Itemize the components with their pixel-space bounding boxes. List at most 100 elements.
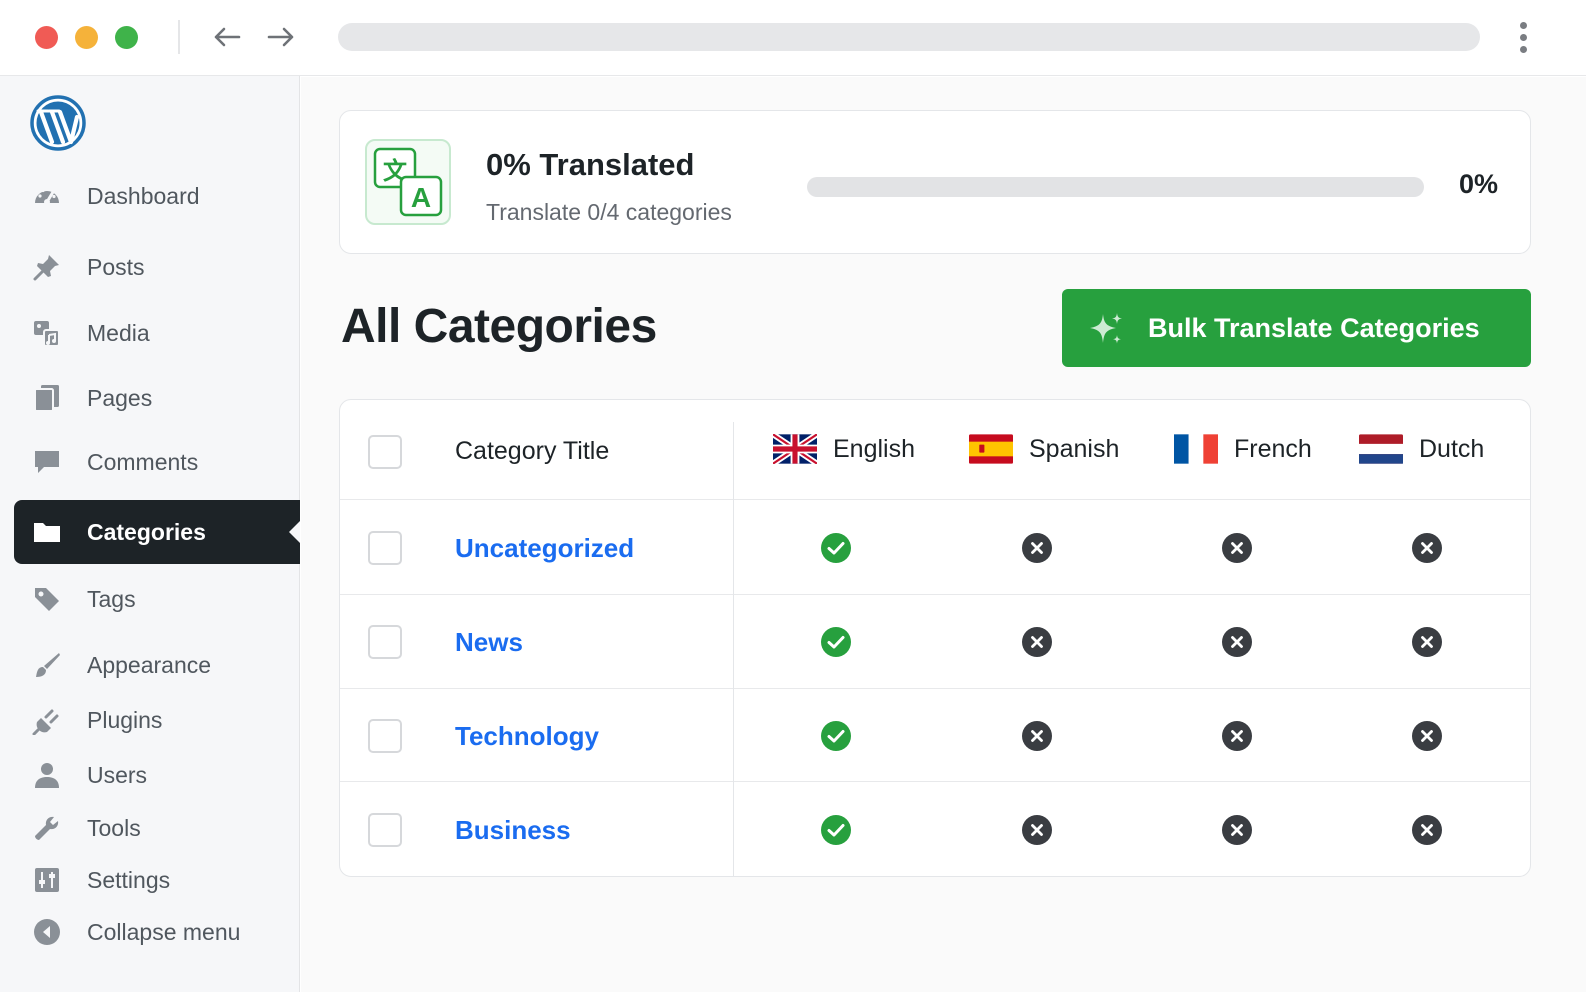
sidebar-item-label: Tools xyxy=(87,814,141,841)
column-header-category-title: Category Title xyxy=(455,437,610,465)
address-bar[interactable] xyxy=(338,23,1480,51)
category-title-link[interactable]: Technology xyxy=(455,721,599,752)
row-checkbox[interactable] xyxy=(368,625,402,659)
not-translated-x-icon[interactable] xyxy=(1221,626,1253,658)
sidebar-item-label: Collapse menu xyxy=(87,918,241,945)
sidebar-item-posts[interactable]: Posts xyxy=(14,239,300,295)
bulk-translate-button[interactable]: Bulk Translate Categories xyxy=(1062,289,1531,367)
column-header-dutch: Dutch xyxy=(1359,434,1484,464)
not-translated-x-icon[interactable] xyxy=(1021,814,1053,846)
translate-icon: 文 A xyxy=(365,139,451,225)
page-title: All Categories xyxy=(341,300,657,353)
wordpress-logo-icon[interactable] xyxy=(30,95,86,151)
table-row: News xyxy=(340,595,1530,689)
not-translated-x-icon[interactable] xyxy=(1021,532,1053,564)
sidebar-item-label: Tags xyxy=(87,585,136,612)
wrench-icon xyxy=(32,813,62,843)
sidebar-item-label: Pages xyxy=(87,384,153,411)
folder-icon xyxy=(32,517,62,547)
category-title-link[interactable]: News xyxy=(455,627,523,658)
more-menu-icon[interactable] xyxy=(1510,20,1536,54)
forward-arrow-icon[interactable] xyxy=(266,22,296,52)
sidebar-item-pages[interactable]: Pages xyxy=(14,370,300,426)
translation-progress-card: 文 A 0% Translated Translate 0/4 categori… xyxy=(339,110,1531,254)
not-translated-x-icon[interactable] xyxy=(1221,814,1253,846)
translated-check-icon[interactable] xyxy=(820,532,852,564)
spain-flag xyxy=(969,434,1013,464)
maximize-window-button[interactable] xyxy=(115,26,138,49)
column-header-french: French xyxy=(1174,434,1312,464)
sidebar-item-label: Appearance xyxy=(87,651,212,678)
sparkle-icon xyxy=(1090,313,1122,344)
bulk-translate-label: Bulk Translate Categories xyxy=(1148,312,1480,343)
table-row: Uncategorized xyxy=(340,500,1530,595)
media-icon xyxy=(32,318,62,348)
sidebar-item-appearance[interactable]: Appearance xyxy=(14,637,300,693)
row-checkbox[interactable] xyxy=(368,812,402,847)
category-title-link[interactable]: Business xyxy=(455,815,571,846)
dashboard-icon xyxy=(32,181,62,211)
not-translated-x-icon[interactable] xyxy=(1221,720,1253,752)
language-name: Spanish xyxy=(1029,434,1120,463)
sidebar-item-plugins[interactable]: Plugins xyxy=(14,692,300,748)
uk-flag xyxy=(773,434,817,464)
main-content: 文 A 0% Translated Translate 0/4 categori… xyxy=(301,77,1586,992)
progress-subtitle: Translate 0/4 categories xyxy=(486,199,732,225)
progress-bar xyxy=(807,177,1424,197)
progress-title: 0% Translated xyxy=(486,147,695,182)
not-translated-x-icon[interactable] xyxy=(1411,532,1443,564)
sidebar-item-comments[interactable]: Comments xyxy=(14,434,300,490)
translated-check-icon[interactable] xyxy=(820,720,852,752)
sidebar-item-media[interactable]: Media xyxy=(14,305,300,361)
translated-check-icon[interactable] xyxy=(820,626,852,658)
category-title-link[interactable]: Uncategorized xyxy=(455,533,634,564)
translated-check-icon[interactable] xyxy=(820,814,852,846)
row-checkbox[interactable] xyxy=(368,718,402,753)
not-translated-x-icon[interactable] xyxy=(1021,720,1053,752)
pin-icon xyxy=(32,252,62,282)
france-flag xyxy=(1174,434,1218,464)
sidebar-item-label: Dashboard xyxy=(87,182,200,209)
select-all-checkbox[interactable] xyxy=(368,435,402,469)
language-name: English xyxy=(833,434,915,463)
column-divider xyxy=(733,422,734,876)
collapse-icon xyxy=(32,917,62,947)
not-translated-x-icon[interactable] xyxy=(1221,532,1253,564)
pages-icon xyxy=(32,383,62,413)
not-translated-x-icon[interactable] xyxy=(1411,720,1443,752)
sidebar-item-tags[interactable]: Tags xyxy=(14,571,300,627)
sidebar-item-label: Comments xyxy=(87,448,199,475)
minimize-window-button[interactable] xyxy=(75,26,98,49)
close-window-button[interactable] xyxy=(35,26,58,49)
toolbar-divider xyxy=(178,20,180,54)
sidebar-item-label: Users xyxy=(87,761,148,788)
row-checkbox[interactable] xyxy=(368,530,402,565)
sidebar-item-label: Posts xyxy=(87,253,145,280)
sidebar-item-categories[interactable]: Categories xyxy=(14,500,300,564)
column-header-english: English xyxy=(773,434,915,464)
plug-icon xyxy=(32,705,62,735)
comment-icon xyxy=(32,447,62,477)
sidebar-item-dashboard[interactable]: Dashboard xyxy=(14,168,300,224)
user-icon xyxy=(32,760,62,790)
brush-icon xyxy=(32,650,62,680)
table-row: Technology xyxy=(340,689,1530,782)
language-name: French xyxy=(1234,434,1312,463)
sidebar-item-settings[interactable]: Settings xyxy=(14,852,300,908)
not-translated-x-icon[interactable] xyxy=(1021,626,1053,658)
sidebar-item-label: Settings xyxy=(87,866,171,893)
not-translated-x-icon[interactable] xyxy=(1411,814,1443,846)
sidebar-item-tools[interactable]: Tools xyxy=(14,800,300,856)
admin-sidebar: Dashboard Posts Media Pages Comments Categori… xyxy=(0,76,300,992)
browser-chrome xyxy=(0,0,1586,76)
sidebar-item-users[interactable]: Users xyxy=(14,747,300,803)
not-translated-x-icon[interactable] xyxy=(1411,626,1443,658)
sidebar-item-collapse-menu[interactable]: Collapse menu xyxy=(14,904,300,960)
table-row: Business xyxy=(340,782,1530,876)
progress-percent: 0% xyxy=(1458,169,1498,199)
column-header-spanish: Spanish xyxy=(969,434,1119,464)
categories-table: Category Title English Spanish French Dutch… xyxy=(339,399,1531,877)
back-arrow-icon[interactable] xyxy=(212,22,242,52)
table-header-row: Category Title English Spanish French Dutch xyxy=(340,400,1530,500)
sidebar-item-label: Media xyxy=(87,319,150,346)
